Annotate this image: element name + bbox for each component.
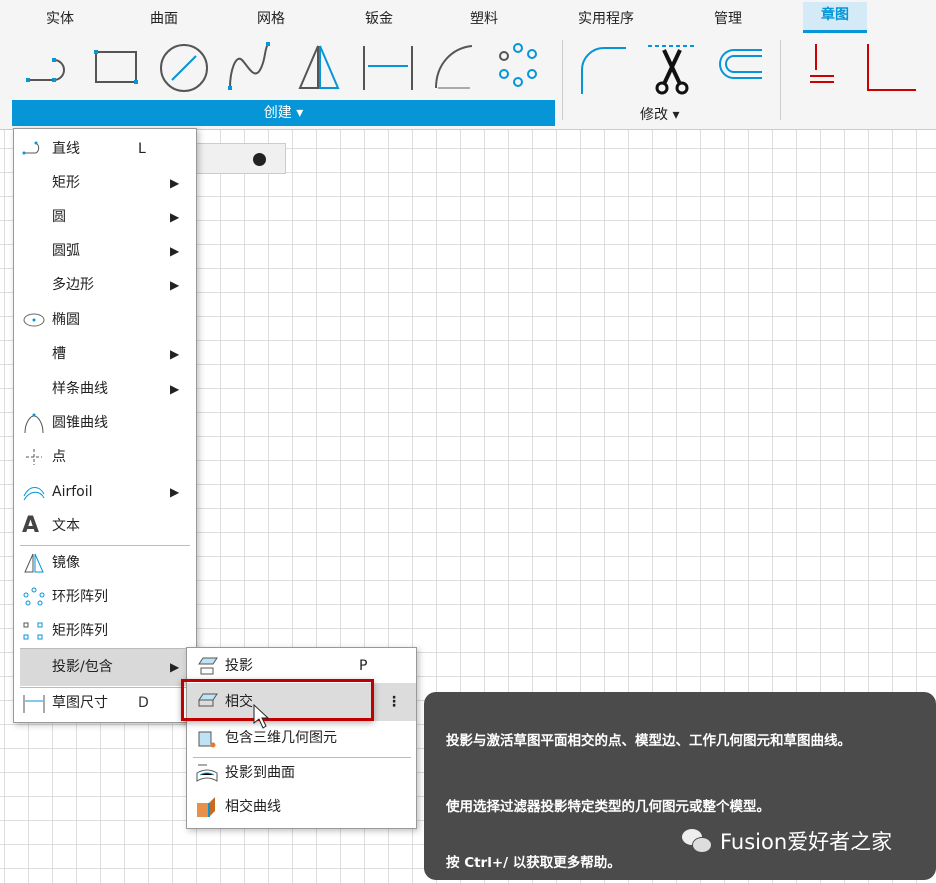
conic-tool-icon[interactable]	[428, 40, 484, 96]
circle-tool-icon[interactable]	[156, 40, 212, 96]
menu-item-project-include[interactable]: 投影/包含 ▶	[20, 649, 190, 686]
menu-item-mirror[interactable]: 镜像	[14, 546, 196, 580]
project-include-submenu: 投影 P 相交 ⋮ 包含三维几何图元 投影到曲面 相交曲线	[181, 647, 417, 829]
include-3d-icon	[198, 731, 216, 748]
tooltip-filter-hint: 使用选择过滤器投影特定类型的几何图元或整个模型。	[446, 799, 770, 815]
tab-sketch[interactable]: 章图	[803, 2, 867, 33]
mirror-tool-icon[interactable]	[292, 40, 348, 96]
spline-tool-icon[interactable]	[224, 40, 280, 96]
submenu-arrow-icon: ▶	[170, 347, 180, 361]
menu-item-circular-pattern[interactable]: 环形阵列	[14, 580, 196, 614]
menu-item-circle[interactable]: 圆 ▶	[14, 200, 196, 234]
submenu-arrow-icon: ▶	[170, 176, 180, 190]
browser-panel-header	[196, 143, 286, 174]
tab-surface[interactable]: 曲面	[150, 8, 178, 28]
tab-solid[interactable]: 实体	[46, 8, 74, 28]
airfoil-icon	[23, 487, 45, 501]
ellipse-icon	[23, 313, 45, 327]
submenu-arrow-icon: ▶	[170, 485, 180, 499]
submenu-arrow-icon: ▶	[170, 278, 180, 292]
submenu-arrow-icon: ▶	[170, 660, 180, 674]
create-dropdown[interactable]: 创建 ▾	[12, 100, 555, 126]
menu-item-text[interactable]: A 文本	[14, 509, 196, 543]
submenu-item-project-to-surface[interactable]: 投影到曲面	[187, 756, 416, 790]
project-to-surface-icon	[196, 764, 218, 782]
modify-dropdown[interactable]: 修改 ▾	[640, 104, 679, 124]
tooltip-description: 投影与激活草图平面相交的点、模型边、工作几何图元和草图曲线。	[446, 733, 851, 749]
menu-item-rectangular-pattern[interactable]: 矩形阵列	[14, 614, 196, 648]
menu-item-sketch-dimension[interactable]: 草图尺寸 D	[14, 686, 196, 720]
conic-icon	[24, 413, 44, 433]
offset-tool-icon[interactable]	[710, 40, 766, 96]
highlight-box	[181, 679, 374, 721]
submenu-item-include-3d-geometry[interactable]: 包含三维几何图元	[187, 721, 416, 755]
trim-tool-icon[interactable]	[644, 40, 700, 96]
menu-item-spline[interactable]: 样条曲线 ▶	[14, 372, 196, 406]
toolbar: 实体 曲面 网格 钣金 塑料 实用程序 管理 章图 创建 ▾ 修改 ▾	[0, 0, 936, 130]
tab-plastic[interactable]: 塑料	[470, 8, 498, 28]
more-options-icon[interactable]: ⋮	[387, 683, 401, 721]
menu-item-arc[interactable]: 圆弧 ▶	[14, 234, 196, 268]
circular-pattern-icon	[23, 587, 45, 606]
text-icon: A	[22, 513, 40, 538]
project-icon	[198, 657, 218, 675]
tab-utilities[interactable]: 实用程序	[578, 8, 634, 28]
rectangular-pattern-icon	[23, 622, 43, 640]
submenu-arrow-icon: ▶	[170, 382, 180, 396]
tab-manage[interactable]: 管理	[714, 8, 742, 28]
tab-sheet-metal[interactable]: 钣金	[365, 8, 393, 28]
fix-constraint-icon[interactable]	[800, 40, 856, 96]
mirror-icon	[24, 553, 44, 573]
dimension-tool-icon[interactable]	[360, 40, 416, 96]
point-icon	[26, 449, 42, 465]
line-icon	[22, 141, 40, 155]
circular-pattern-tool-icon[interactable]	[494, 40, 550, 96]
line-tool-icon[interactable]	[20, 40, 76, 96]
submenu-item-project[interactable]: 投影 P	[187, 649, 416, 683]
menu-item-point[interactable]: 点	[14, 440, 196, 474]
menu-item-ellipse[interactable]: 椭圆	[14, 303, 196, 337]
menu-item-rectangle[interactable]: 矩形 ▶	[14, 166, 196, 200]
tab-mesh[interactable]: 网格	[257, 8, 285, 28]
wechat-icon	[682, 829, 712, 853]
collapse-icon[interactable]	[253, 153, 266, 166]
tooltip: 投影与激活草图平面相交的点、模型边、工作几何图元和草图曲线。 使用选择过滤器投影…	[424, 692, 936, 880]
perpendicular-constraint-icon[interactable]	[860, 40, 916, 96]
menu-item-airfoil[interactable]: Airfoil ▶	[14, 475, 196, 509]
menu-item-line[interactable]: 直线 L	[14, 132, 196, 166]
create-menu: 直线 L 矩形 ▶ 圆 ▶ 圆弧 ▶ 多边形 ▶ 椭圆 槽 ▶ 样条曲线 ▶ 圆锥曲线 点 A…	[13, 128, 197, 723]
menu-item-polygon[interactable]: 多边形 ▶	[14, 268, 196, 302]
fillet-tool-icon[interactable]	[576, 40, 632, 96]
rectangle-tool-icon[interactable]	[88, 40, 144, 96]
watermark: Fusion爱好者之家	[682, 826, 892, 856]
menu-item-conic[interactable]: 圆锥曲线	[14, 406, 196, 440]
intersection-curve-icon	[197, 797, 215, 817]
submenu-item-intersection-curve[interactable]: 相交曲线	[187, 790, 416, 824]
submenu-arrow-icon: ▶	[170, 244, 180, 258]
submenu-arrow-icon: ▶	[170, 210, 180, 224]
menu-item-slot[interactable]: 槽 ▶	[14, 337, 196, 371]
dimension-icon	[23, 695, 45, 713]
